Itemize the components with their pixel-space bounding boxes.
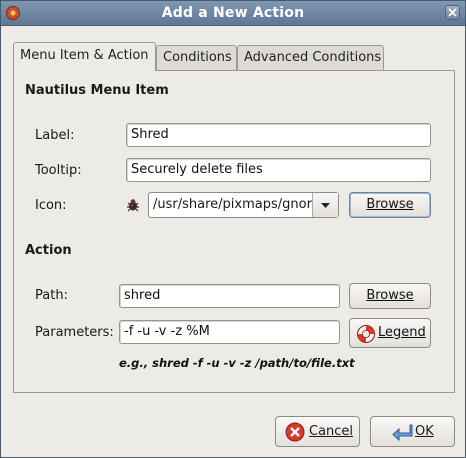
cancel-icon (285, 422, 305, 442)
legend-label: Legend (378, 325, 426, 340)
icon-field-label: Icon: (35, 198, 67, 213)
ok-label: OK (415, 424, 434, 439)
window-title: Add a New Action (161, 5, 305, 21)
path-browse-button[interactable]: Browse (349, 283, 431, 309)
icon-browse-label: Browse (366, 197, 414, 212)
tab-advanced-conditions[interactable]: Advanced Conditions (237, 45, 384, 71)
path-browse-label: Browse (366, 288, 414, 303)
parameters-input[interactable]: -f -u -v -z %M (119, 320, 340, 344)
cancel-label: Cancel (309, 424, 354, 439)
path-field-label: Path: (35, 288, 68, 303)
parameters-example-hint: e.g., shred -f -u -v -z /path/to/file.tx… (119, 356, 355, 370)
legend-button[interactable]: Legend (349, 318, 431, 348)
tab-menu-item-action[interactable]: Menu Item & Action (13, 42, 156, 71)
cancel-button[interactable]: Cancel (275, 416, 360, 447)
path-input[interactable]: shred (119, 284, 340, 308)
icon-combo[interactable]: /usr/share/pixmaps/gnor (148, 192, 339, 218)
label-input[interactable]: Shred (126, 123, 431, 147)
enter-arrow-icon (391, 422, 413, 442)
section-title-menu-item: Nautilus Menu Item (25, 83, 169, 98)
ok-button[interactable]: OK (370, 416, 455, 447)
lifebuoy-icon (356, 324, 376, 344)
title-bar[interactable]: Add a New Action (1, 1, 465, 26)
tab-conditions[interactable]: Conditions (156, 45, 237, 71)
label-field-label: Label: (35, 128, 75, 143)
close-icon[interactable] (445, 5, 460, 20)
section-title-action: Action (25, 243, 72, 258)
chevron-down-icon[interactable] (312, 193, 338, 217)
parameters-field-label: Parameters: (35, 325, 114, 340)
icon-browse-button[interactable]: Browse (349, 192, 431, 218)
tooltip-input[interactable]: Securely delete files (126, 158, 431, 182)
bug-icon (125, 197, 141, 213)
icon-combo-value: /usr/share/pixmaps/gnor (153, 197, 312, 212)
tooltip-field-label: Tooltip: (35, 163, 82, 178)
dialog-window: Add a New Action Menu Item & Action Cond… (0, 0, 466, 458)
